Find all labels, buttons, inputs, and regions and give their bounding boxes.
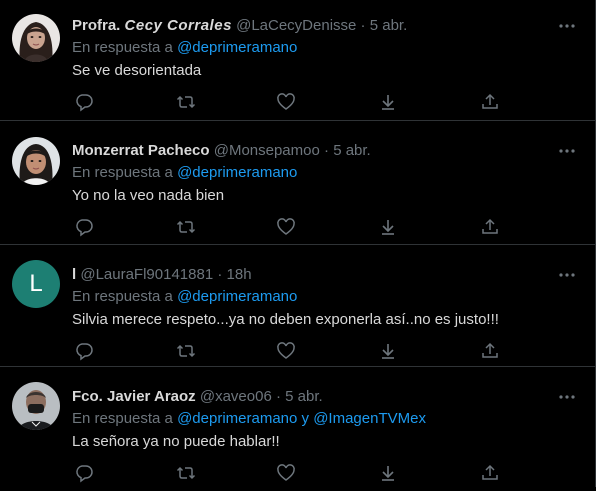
download-icon[interactable] [378,341,398,361]
download-icon[interactable] [378,217,398,237]
reply-icon[interactable] [74,463,94,483]
display-name[interactable]: Fco. Javier Araoz [72,388,196,405]
timeline: Profra. Cecy Corrales @LaCecyDenisse · 5… [0,0,596,487]
reply-icon[interactable] [74,92,94,112]
mention-link[interactable]: @deprimeramano [177,164,297,181]
retweet-icon[interactable] [176,92,196,112]
reply-context: En respuesta a @deprimeramano [72,288,298,305]
user-handle[interactable]: @LauraFl90141881 [80,266,213,283]
more-icon[interactable] [557,265,577,285]
share-icon[interactable] [480,341,500,361]
tweet-text: Yo no la veo nada bien [72,187,225,204]
avatar[interactable]: L [12,260,60,308]
timestamp[interactable]: 5 abr. [285,388,323,405]
tweet-header: Profra. Cecy Corrales @LaCecyDenisse · 5… [72,16,555,36]
user-handle[interactable]: @LaCecyDenisse [236,17,356,34]
display-name[interactable]: Profra. Cecy Corrales [72,17,232,34]
tweet-text: La señora ya no puede hablar!! [72,433,280,450]
timestamp[interactable]: 5 abr. [370,17,408,34]
like-icon[interactable] [276,92,296,112]
tweet[interactable]: Monzerrat Pacheco @Monsepamoo · 5 abr. E… [0,121,595,245]
user-handle[interactable]: @xaveo06 [200,388,272,405]
like-icon[interactable] [276,217,296,237]
more-icon[interactable] [557,387,577,407]
mention-link-2[interactable]: @ImagenTVMex [313,410,426,427]
more-icon[interactable] [557,16,577,36]
timestamp[interactable]: 18h [227,266,252,283]
tweet-header: l @LauraFl90141881 · 18h [72,265,555,285]
user-handle[interactable]: @Monsepamoo [214,142,320,159]
tweet-header: Monzerrat Pacheco @Monsepamoo · 5 abr. [72,141,555,161]
separator: · [217,266,223,283]
separator: · [324,142,330,159]
tweet-header: Fco. Javier Araoz @xaveo06 · 5 abr. [72,387,555,407]
display-name[interactable]: Monzerrat Pacheco [72,142,210,159]
like-icon[interactable] [276,341,296,361]
share-icon[interactable] [480,92,500,112]
reply-context: En respuesta a @deprimeramano [72,39,298,56]
separator: · [360,17,366,34]
timestamp[interactable]: 5 abr. [333,142,371,159]
share-icon[interactable] [480,463,500,483]
avatar[interactable] [12,14,60,62]
tweet-actions [72,463,502,483]
tweet[interactable]: Profra. Cecy Corrales @LaCecyDenisse · 5… [0,0,595,121]
display-name[interactable]: l [72,266,76,283]
tweet[interactable]: L l @LauraFl90141881 · 18h En respuesta … [0,245,595,367]
tweet-text: Silvia merece respeto...ya no deben expo… [72,311,499,328]
avatar[interactable] [12,382,60,430]
separator: · [275,388,281,405]
tweet-actions [72,92,502,112]
tweet[interactable]: Fco. Javier Araoz @xaveo06 · 5 abr. En r… [0,367,595,491]
avatar[interactable] [12,137,60,185]
retweet-icon[interactable] [176,217,196,237]
retweet-icon[interactable] [176,341,196,361]
reply-context: En respuesta a @deprimeramano y @ImagenT… [72,410,426,427]
tweet-actions [72,341,502,361]
more-icon[interactable] [557,141,577,161]
mention-link[interactable]: @deprimeramano [177,288,297,305]
retweet-icon[interactable] [176,463,196,483]
share-icon[interactable] [480,217,500,237]
reply-icon[interactable] [74,217,94,237]
like-icon[interactable] [276,463,296,483]
mention-link[interactable]: @deprimeramano [177,410,297,427]
download-icon[interactable] [378,463,398,483]
download-icon[interactable] [378,92,398,112]
reply-context: En respuesta a @deprimeramano [72,164,298,181]
mention-link[interactable]: @deprimeramano [177,39,297,56]
tweet-text: Se ve desorientada [72,62,202,79]
tweet-actions [72,217,502,237]
reply-icon[interactable] [74,341,94,361]
